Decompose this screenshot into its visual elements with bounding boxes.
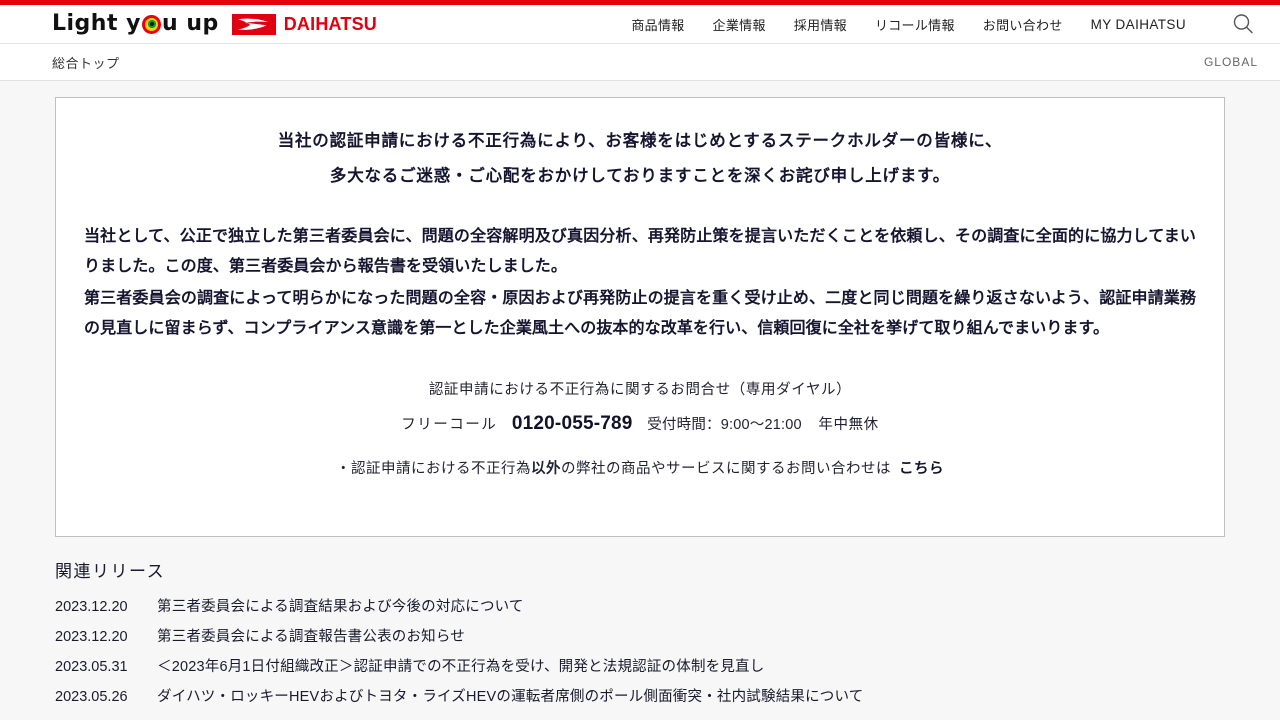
search-button[interactable]	[1228, 9, 1258, 39]
nav-item-contact[interactable]: お問い合わせ	[983, 15, 1063, 34]
contact-dedicated-dial-title: 認証申請における不正行為に関するお問合せ（専用ダイヤル）	[428, 382, 852, 398]
daihatsu-swoosh-icon	[237, 18, 268, 30]
release-date: 2023.05.26	[55, 689, 128, 705]
release-list-item[interactable]: 2023.12.20 第三者委員会による調査結果および今後の対応について	[55, 592, 1225, 622]
site-header: Light y u up DAIHATSU 商品情報 企業情報 採用情報 リコー…	[0, 5, 1280, 43]
release-title: 第三者委員会による調査報告書公表のお知らせ	[157, 629, 465, 645]
other-inquiry-prefix: ・認証申請における不正行為	[336, 461, 531, 477]
release-date: 2023.05.31	[55, 659, 128, 675]
phone-number[interactable]: 0120-055-789	[512, 413, 633, 434]
contact-section: 認証申請における不正行為に関するお問合せ（専用ダイヤル） フリーコール 0120…	[72, 376, 1208, 483]
notice-body: 当社として、公正で独立した第三者委員会に、問題の全容解明及び真因分析、再発防止策…	[72, 222, 1208, 344]
related-releases-heading: 関連リリース	[55, 562, 166, 581]
release-title: ＜2023年6月1日付組織改正＞認証申請での不正行為を受け、開発と法規認証の体制…	[157, 659, 765, 675]
release-date: 2023.12.20	[55, 599, 128, 615]
release-date: 2023.12.20	[55, 629, 128, 645]
tagline-suffix: u up	[162, 11, 219, 36]
nav-item-products[interactable]: 商品情報	[631, 15, 684, 34]
breadcrumb-current[interactable]: 総合トップ	[52, 53, 120, 72]
search-icon	[1233, 14, 1253, 34]
other-inquiry-suffix: の弊社の商品やサービスに関するお問い合わせは	[561, 461, 891, 477]
release-title: 第三者委員会による調査結果および今後の対応について	[157, 599, 524, 615]
breadcrumb-bar: 総合トップ GLOBAL	[0, 43, 1280, 81]
release-list-item[interactable]: 2023.05.31 ＜2023年6月1日付組織改正＞認証申請での不正行為を受け…	[55, 652, 1225, 682]
contact-year-round: 年中無休	[818, 417, 879, 433]
nav-item-my-daihatsu[interactable]: MY DAIHATSU	[1091, 17, 1186, 32]
other-inquiry-here-link[interactable]: こちら	[899, 461, 944, 477]
page-content: 当社の認証申請における不正行為により、お客様をはじめとするステークホルダーの皆様…	[0, 97, 1280, 712]
contact-phone-row: フリーコール 0120-055-789 受付時間：9:00〜21:00 年中無休	[72, 410, 1208, 439]
nav-item-recall[interactable]: リコール情報	[875, 15, 955, 34]
concentric-circle-icon	[142, 14, 161, 34]
other-inquiry-line: ・認証申請における不正行為以外の弊社の商品やサービスに関するお問い合わせは こちら	[72, 455, 1208, 483]
notice-headline-line1: 当社の認証申請における不正行為により、お客様をはじめとするステークホルダーの皆様…	[277, 132, 1003, 150]
notice-paragraph-2: 第三者委員会の調査によって明らかになった問題の全容・原因および再発防止の提言を重…	[84, 290, 1196, 337]
release-list-item[interactable]: 2023.05.26 ダイハツ・ロッキーHEVおよびトヨタ・ライズHEVの運転者…	[55, 682, 1225, 712]
release-list-item[interactable]: 2023.12.20 第三者委員会による調査報告書公表のお知らせ	[55, 622, 1225, 652]
global-site-link[interactable]: GLOBAL	[1204, 55, 1258, 69]
nav-item-recruit[interactable]: 採用情報	[794, 15, 847, 34]
nav-item-company[interactable]: 企業情報	[713, 15, 766, 34]
other-inquiry-emphasis: 以外	[531, 461, 561, 477]
notice-paragraph-1: 当社として、公正で独立した第三者委員会に、問題の全容解明及び真因分析、再発防止策…	[84, 228, 1196, 275]
daihatsu-d-badge-icon	[231, 13, 276, 35]
freecall-label: フリーコール	[401, 417, 498, 433]
daihatsu-logo: DAIHATSU	[231, 13, 377, 35]
main-navigation: 商品情報 企業情報 採用情報 リコール情報 お問い合わせ MY DAIHATSU	[631, 9, 1258, 39]
notice-headline: 当社の認証申請における不正行為により、お客様をはじめとするステークホルダーの皆様…	[72, 124, 1208, 194]
contact-hours: 受付時間：9:00〜21:00	[647, 417, 802, 433]
related-releases-section: 関連リリース 2023.12.20 第三者委員会による調査結果および今後の対応に…	[55, 557, 1225, 712]
apology-notice-panel: 当社の認証申請における不正行為により、お客様をはじめとするステークホルダーの皆様…	[55, 97, 1225, 537]
release-title: ダイハツ・ロッキーHEVおよびトヨタ・ライズHEVの運転者席側のポール側面衝突・…	[157, 689, 864, 705]
circle-core	[149, 22, 154, 26]
notice-headline-line2: 多大なるご迷惑・ご心配をおかけしておりますことを深くお詫び申し上げます。	[329, 167, 951, 185]
tagline-prefix: Light y	[52, 11, 141, 36]
daihatsu-wordmark: DAIHATSU	[283, 13, 377, 34]
tagline-light-you-up: Light y u up	[52, 13, 219, 35]
brand-logo-link[interactable]: Light y u up DAIHATSU	[52, 13, 377, 35]
